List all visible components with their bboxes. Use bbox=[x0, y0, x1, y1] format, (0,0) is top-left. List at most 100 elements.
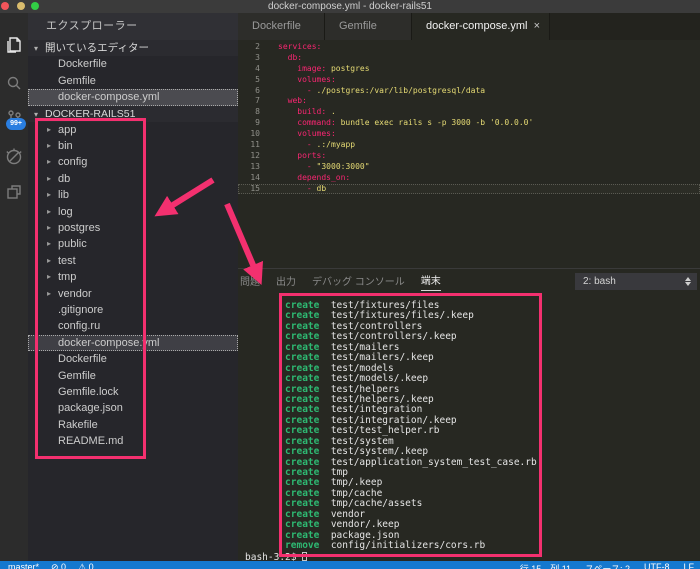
yaml-key: image: bbox=[297, 63, 327, 73]
terminal-path: tmp/cache bbox=[319, 487, 383, 499]
code-line[interactable]: 9 command: bundle exec rails s -p 3000 -… bbox=[238, 118, 700, 129]
code-line[interactable]: 13 - "3000:3000" bbox=[238, 162, 700, 173]
search-icon[interactable] bbox=[0, 71, 28, 97]
explorer-icon[interactable] bbox=[0, 32, 28, 58]
file-tree-item[interactable]: ▸ test bbox=[28, 253, 238, 269]
file-tree-item[interactable]: Rakefile bbox=[28, 417, 238, 433]
chevron-right-icon: ▸ bbox=[47, 190, 52, 200]
code-line[interactable]: 10 volumes: bbox=[238, 129, 700, 140]
zoom-window-button[interactable] bbox=[31, 2, 39, 10]
shell-select-value: 2: bash bbox=[583, 276, 616, 287]
file-tree-item[interactable]: Gemfile bbox=[28, 368, 238, 384]
code-line[interactable]: 7 web: bbox=[238, 96, 700, 107]
status-item[interactable]: UTF-8 bbox=[644, 562, 670, 569]
file-tree-item[interactable]: ▸ lib bbox=[28, 187, 238, 203]
file-tree-label: lib bbox=[58, 189, 70, 202]
terminal-op: create bbox=[285, 393, 320, 405]
line-number: 12 bbox=[250, 150, 260, 160]
file-tree-item[interactable]: ▸ app bbox=[28, 122, 238, 138]
warning-count[interactable]: ⚠ 0 bbox=[78, 562, 94, 569]
editor-code-area[interactable]: 2 services: 3 db: 4 image: postgres 5 volume… bbox=[238, 40, 700, 268]
panel-tab-item[interactable]: 問題 bbox=[240, 273, 260, 291]
close-window-button[interactable] bbox=[1, 2, 9, 10]
close-icon[interactable]: × bbox=[534, 13, 540, 40]
terminal-shell-select[interactable]: 2: bash bbox=[575, 273, 697, 290]
terminal-output[interactable]: create test/fixtures/files create test/f… bbox=[245, 300, 695, 562]
file-tree-label: Gemfile.lock bbox=[58, 385, 119, 398]
file-tree-item[interactable]: ▸ vendor bbox=[28, 286, 238, 302]
file-tree-item[interactable]: ▸ public bbox=[28, 237, 238, 253]
file-tree-item[interactable]: ▸ db bbox=[28, 171, 238, 187]
extensions-icon[interactable] bbox=[0, 179, 28, 205]
terminal-indent bbox=[245, 363, 285, 374]
code-line[interactable]: 12 ports: bbox=[238, 151, 700, 162]
panel-tab-item[interactable]: 出力 bbox=[276, 273, 296, 291]
error-count[interactable]: ⊘ 0 bbox=[51, 562, 66, 569]
file-tree-label: test bbox=[58, 254, 76, 267]
file-tree-label: log bbox=[58, 205, 73, 218]
editor-tab-label: Gemfile bbox=[339, 20, 377, 32]
code-line[interactable]: 5 volumes: bbox=[238, 75, 700, 86]
terminal-indent bbox=[245, 404, 285, 415]
status-item[interactable]: LF bbox=[683, 562, 694, 569]
editor-tab[interactable]: docker-compose.yml × bbox=[412, 13, 550, 40]
terminal-indent bbox=[245, 331, 285, 342]
terminal-op: create bbox=[285, 519, 320, 531]
file-tree-item[interactable]: config.ru bbox=[28, 318, 238, 334]
yaml-key: depends_on: bbox=[297, 172, 351, 182]
terminal-indent bbox=[245, 488, 285, 499]
debug-icon[interactable] bbox=[0, 144, 28, 170]
code-line[interactable]: 2 services: bbox=[238, 42, 700, 53]
file-tree-item[interactable]: package.json bbox=[28, 400, 238, 416]
code-line[interactable]: 15 - db bbox=[238, 183, 700, 195]
editor-tab[interactable]: Gemfile bbox=[325, 13, 412, 40]
code-text: db: bbox=[278, 53, 302, 64]
git-branch-indicator[interactable]: master* bbox=[8, 562, 39, 569]
code-line[interactable]: 14 depends_on: bbox=[238, 173, 700, 184]
minimize-window-button[interactable] bbox=[17, 2, 25, 10]
project-folder-label: DOCKER-RAILS51 bbox=[45, 107, 136, 120]
activity-bar: 99+ bbox=[0, 13, 28, 561]
editor-tab[interactable]: Dockerfile bbox=[238, 13, 325, 40]
code-line[interactable]: 6 - ./postgres:/var/lib/postgresql/data bbox=[238, 86, 700, 97]
code-line[interactable]: 3 db: bbox=[238, 53, 700, 64]
file-tree-item[interactable]: Gemfile.lock bbox=[28, 384, 238, 400]
line-number: 6 bbox=[255, 85, 260, 95]
file-tree-item[interactable]: ▸ postgres bbox=[28, 220, 238, 236]
code-line[interactable]: 8 build: . bbox=[238, 107, 700, 118]
terminal-indent bbox=[245, 436, 285, 447]
file-tree-item[interactable]: ▸ bin bbox=[28, 138, 238, 154]
open-editor-item[interactable]: docker-compose.yml bbox=[28, 89, 238, 106]
file-tree-label: db bbox=[58, 172, 71, 185]
panel-tab-active[interactable]: 端末 bbox=[420, 272, 441, 291]
file-tree-item[interactable]: Dockerfile bbox=[28, 351, 238, 367]
file-tree-item[interactable]: ▸ tmp bbox=[28, 269, 238, 285]
file-tree-item[interactable]: README.md bbox=[28, 433, 238, 449]
panel-tab-item[interactable]: デバッグ コンソール bbox=[312, 273, 405, 291]
chevron-down-icon: ▾ bbox=[34, 44, 39, 53]
file-tree-item[interactable]: .gitignore bbox=[28, 302, 238, 318]
terminal-op: create bbox=[285, 456, 320, 468]
code-line[interactable]: 4 image: postgres bbox=[238, 64, 700, 75]
project-folder-header[interactable]: ▾ DOCKER-RAILS51 bbox=[28, 105, 238, 122]
open-editor-item[interactable]: Dockerfile bbox=[28, 56, 238, 73]
open-editor-item[interactable]: Gemfile bbox=[28, 73, 238, 90]
terminal-indent bbox=[245, 540, 285, 551]
open-editors-header[interactable]: ▾ 開いているエディター bbox=[28, 40, 238, 56]
file-tree-item[interactable]: ▸ config bbox=[28, 155, 238, 171]
terminal-path: test/helpers/.keep bbox=[319, 393, 434, 405]
yaml-key: db: bbox=[287, 52, 303, 62]
code-line[interactable]: 11 - .:/myapp bbox=[238, 140, 700, 151]
chevron-right-icon: ▸ bbox=[47, 141, 52, 151]
explorer-title: エクスプローラー bbox=[28, 13, 238, 40]
chevron-right-icon: ▸ bbox=[47, 206, 52, 216]
file-tree-item[interactable]: docker-compose.yml bbox=[28, 334, 238, 352]
file-tree-item[interactable]: ▸ log bbox=[28, 204, 238, 220]
status-item[interactable]: 行 15、列 11 bbox=[520, 562, 571, 569]
line-number: 5 bbox=[255, 74, 260, 84]
status-item[interactable]: スペース: 2 bbox=[585, 562, 630, 569]
yaml-key: build: bbox=[297, 107, 327, 117]
